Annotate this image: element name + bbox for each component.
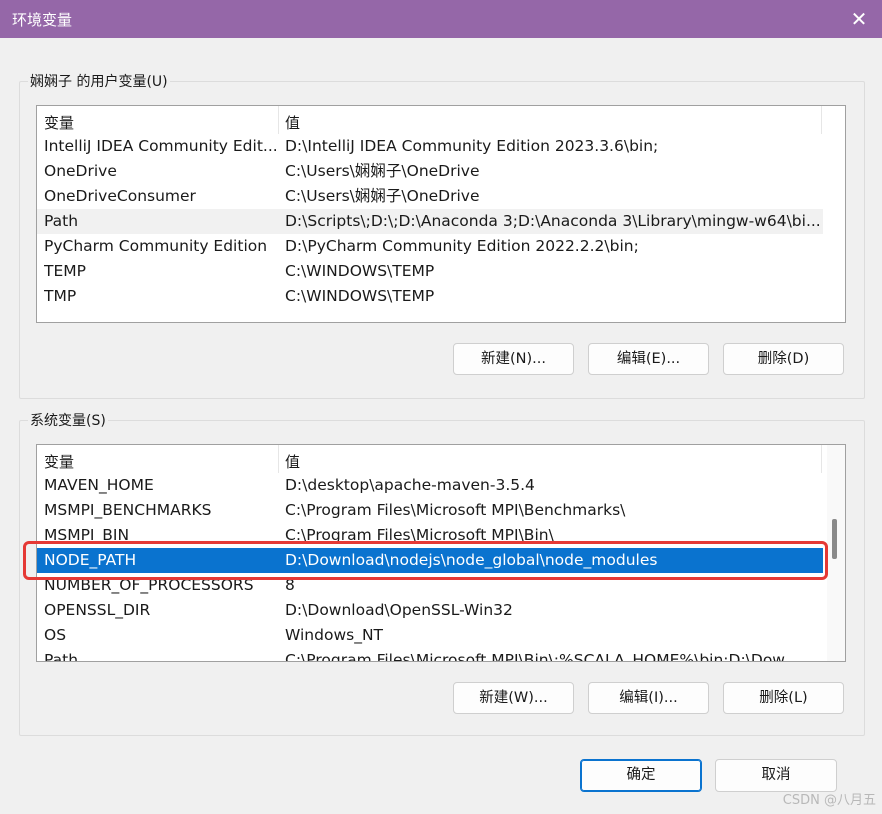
variable-value: D:\IntelliJ IDEA Community Edition 2023.… (285, 137, 659, 155)
user-vars-list-header: 变量 值 (37, 106, 845, 134)
vertical-scrollbar[interactable] (827, 445, 845, 661)
watermark: CSDN @八月五 (782, 793, 876, 808)
list-item[interactable]: OneDriveConsumer C:\Users\娴娴子\OneDrive (37, 184, 823, 209)
column-separator[interactable] (278, 445, 279, 473)
variable-name: OneDriveConsumer (44, 187, 196, 205)
system-edit-button[interactable]: 编辑(I)... (588, 682, 709, 714)
column-separator[interactable] (821, 106, 822, 134)
variable-name: OneDrive (44, 162, 117, 180)
variable-value: C:\WINDOWS\TEMP (285, 287, 435, 305)
variable-name: TMP (44, 287, 77, 305)
variable-name: PyCharm Community Edition (44, 237, 268, 255)
variable-value: Windows_NT (285, 626, 384, 644)
variable-value: C:\Program Files\Microsoft MPI\Benchmark… (285, 501, 626, 519)
system-delete-button[interactable]: 删除(L) (723, 682, 844, 714)
list-item[interactable]: TEMP C:\WINDOWS\TEMP (37, 259, 823, 284)
variable-name: MSMPI_BENCHMARKS (44, 501, 212, 519)
variable-value: C:\Program Files\Microsoft MPI\Bin\;%SCA… (285, 651, 799, 662)
column-header-value[interactable]: 值 (285, 451, 300, 472)
column-header-value[interactable]: 值 (285, 112, 300, 133)
list-item[interactable]: TMP C:\WINDOWS\TEMP (37, 284, 823, 309)
close-icon[interactable]: ✕ (836, 0, 882, 38)
variable-value: D:\Download\OpenSSL-Win32 (285, 601, 513, 619)
list-item[interactable]: MAVEN_HOME D:\desktop\apache-maven-3.5.4 (37, 473, 823, 498)
title-bar[interactable]: 环境变量 ✕ (0, 0, 882, 38)
column-separator[interactable] (278, 106, 279, 134)
dialog-client: 娴娴子 的用户变量(U) 变量 值 IntelliJ IDEA Communit… (1, 38, 881, 814)
scrollbar-thumb[interactable] (832, 519, 837, 559)
list-item[interactable]: PyCharm Community Edition D:\PyCharm Comm… (37, 234, 823, 259)
list-item[interactable]: OPENSSL_DIR D:\Download\OpenSSL-Win32 (37, 598, 823, 623)
variable-name: TEMP (44, 262, 86, 280)
variable-value: C:\WINDOWS\TEMP (285, 262, 435, 280)
user-delete-button[interactable]: 删除(D) (723, 343, 844, 375)
list-item[interactable]: Path C:\Program Files\Microsoft MPI\Bin\;… (37, 648, 823, 662)
column-header-name[interactable]: 变量 (44, 112, 74, 133)
ok-button[interactable]: 确定 (580, 759, 702, 792)
window-title: 环境变量 (12, 11, 73, 29)
variable-name: OPENSSL_DIR (44, 601, 151, 619)
cancel-button[interactable]: 取消 (715, 759, 837, 792)
user-vars-list[interactable]: 变量 值 IntelliJ IDEA Community Edit... D:\I… (36, 105, 846, 323)
variable-value: C:\Users\娴娴子\OneDrive (285, 187, 480, 205)
annotation-highlight-box (23, 541, 828, 580)
user-edit-button[interactable]: 编辑(E)... (588, 343, 709, 375)
list-item[interactable]: MSMPI_BENCHMARKS C:\Program Files\Microso… (37, 498, 823, 523)
variable-value: D:\Scripts\;D:\;D:\Anaconda 3;D:\Anacond… (285, 212, 821, 230)
system-vars-list-header: 变量 值 (37, 445, 845, 473)
user-new-button[interactable]: 新建(N)... (453, 343, 574, 375)
list-item[interactable]: OneDrive C:\Users\娴娴子\OneDrive (37, 159, 823, 184)
variable-name: Path (44, 212, 79, 230)
variable-value: D:\PyCharm Community Edition 2022.2.2\bi… (285, 237, 639, 255)
column-separator[interactable] (821, 445, 822, 473)
variable-value: C:\Users\娴娴子\OneDrive (285, 162, 480, 180)
variable-name: MAVEN_HOME (44, 476, 154, 494)
list-item[interactable]: Path D:\Scripts\;D:\;D:\Anaconda 3;D:\Ana… (37, 209, 823, 234)
variable-name: OS (44, 626, 67, 644)
variable-value: D:\desktop\apache-maven-3.5.4 (285, 476, 535, 494)
user-vars-group-label: 娴娴子 的用户变量(U) (28, 71, 170, 91)
system-new-button[interactable]: 新建(W)... (453, 682, 574, 714)
variable-name: IntelliJ IDEA Community Edit... (44, 137, 278, 155)
variable-name: Path (44, 651, 79, 662)
system-vars-group-label: 系统变量(S) (28, 410, 108, 430)
user-vars-group: 娴娴子 的用户变量(U) 变量 值 IntelliJ IDEA Communit… (19, 71, 865, 399)
list-item[interactable]: IntelliJ IDEA Community Edit... D:\Intell… (37, 134, 823, 159)
column-header-name[interactable]: 变量 (44, 451, 74, 472)
list-item[interactable]: OS Windows_NT (37, 623, 823, 648)
